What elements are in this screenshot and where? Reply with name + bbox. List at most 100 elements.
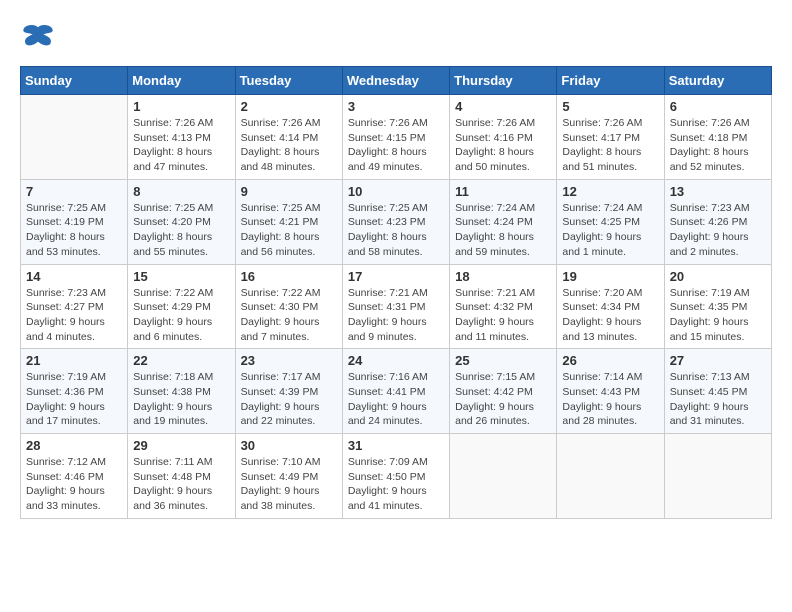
calendar-header-row: SundayMondayTuesdayWednesdayThursdayFrid… [21, 67, 772, 95]
day-info: Sunrise: 7:25 AM Sunset: 4:20 PM Dayligh… [133, 201, 229, 260]
logo [20, 20, 60, 56]
day-number: 25 [455, 353, 551, 368]
calendar-cell [557, 434, 664, 519]
day-number: 17 [348, 269, 444, 284]
day-info: Sunrise: 7:21 AM Sunset: 4:31 PM Dayligh… [348, 286, 444, 345]
calendar-cell: 13 Sunrise: 7:23 AM Sunset: 4:26 PM Dayli… [664, 179, 771, 264]
day-info: Sunrise: 7:12 AM Sunset: 4:46 PM Dayligh… [26, 455, 122, 514]
day-info: Sunrise: 7:10 AM Sunset: 4:49 PM Dayligh… [241, 455, 337, 514]
calendar-cell: 7 Sunrise: 7:25 AM Sunset: 4:19 PM Daylig… [21, 179, 128, 264]
calendar-cell [664, 434, 771, 519]
day-info: Sunrise: 7:26 AM Sunset: 4:17 PM Dayligh… [562, 116, 658, 175]
day-info: Sunrise: 7:26 AM Sunset: 4:16 PM Dayligh… [455, 116, 551, 175]
day-info: Sunrise: 7:20 AM Sunset: 4:34 PM Dayligh… [562, 286, 658, 345]
calendar-cell: 4 Sunrise: 7:26 AM Sunset: 4:16 PM Daylig… [450, 95, 557, 180]
day-number: 30 [241, 438, 337, 453]
calendar-cell: 5 Sunrise: 7:26 AM Sunset: 4:17 PM Daylig… [557, 95, 664, 180]
calendar-cell: 6 Sunrise: 7:26 AM Sunset: 4:18 PM Daylig… [664, 95, 771, 180]
day-info: Sunrise: 7:13 AM Sunset: 4:45 PM Dayligh… [670, 370, 766, 429]
header-cell-wednesday: Wednesday [342, 67, 449, 95]
calendar-table: SundayMondayTuesdayWednesdayThursdayFrid… [20, 66, 772, 519]
calendar-cell: 23Sunrise: 7:17 AM Sunset: 4:39 PM Dayli… [235, 349, 342, 434]
calendar-week-row: 21 Sunrise: 7:19 AM Sunset: 4:36 PM Dayli… [21, 349, 772, 434]
calendar-cell: 14Sunrise: 7:23 AM Sunset: 4:27 PM Dayli… [21, 264, 128, 349]
day-number: 16 [241, 269, 337, 284]
day-number: 27 [670, 353, 766, 368]
day-info: Sunrise: 7:23 AM Sunset: 4:26 PM Dayligh… [670, 201, 766, 260]
calendar-cell: 12 Sunrise: 7:24 AM Sunset: 4:25 PM Dayli… [557, 179, 664, 264]
calendar-cell [21, 95, 128, 180]
calendar-cell: 10Sunrise: 7:25 AM Sunset: 4:23 PM Dayli… [342, 179, 449, 264]
calendar-cell: 21 Sunrise: 7:19 AM Sunset: 4:36 PM Dayli… [21, 349, 128, 434]
day-number: 31 [348, 438, 444, 453]
header-cell-monday: Monday [128, 67, 235, 95]
day-info: Sunrise: 7:19 AM Sunset: 4:36 PM Dayligh… [26, 370, 122, 429]
day-info: Sunrise: 7:19 AM Sunset: 4:35 PM Dayligh… [670, 286, 766, 345]
day-info: Sunrise: 7:25 AM Sunset: 4:19 PM Dayligh… [26, 201, 122, 260]
day-info: Sunrise: 7:26 AM Sunset: 4:14 PM Dayligh… [241, 116, 337, 175]
day-number: 18 [455, 269, 551, 284]
calendar-cell: 11Sunrise: 7:24 AM Sunset: 4:24 PM Dayli… [450, 179, 557, 264]
calendar-cell: 18 Sunrise: 7:21 AM Sunset: 4:32 PM Dayli… [450, 264, 557, 349]
header-cell-friday: Friday [557, 67, 664, 95]
day-info: Sunrise: 7:22 AM Sunset: 4:30 PM Dayligh… [241, 286, 337, 345]
day-number: 2 [241, 99, 337, 114]
header-cell-tuesday: Tuesday [235, 67, 342, 95]
day-info: Sunrise: 7:21 AM Sunset: 4:32 PM Dayligh… [455, 286, 551, 345]
calendar-cell: 9 Sunrise: 7:25 AM Sunset: 4:21 PM Daylig… [235, 179, 342, 264]
day-number: 3 [348, 99, 444, 114]
day-info: Sunrise: 7:23 AM Sunset: 4:27 PM Dayligh… [26, 286, 122, 345]
calendar-cell: 22Sunrise: 7:18 AM Sunset: 4:38 PM Dayli… [128, 349, 235, 434]
day-info: Sunrise: 7:26 AM Sunset: 4:18 PM Dayligh… [670, 116, 766, 175]
day-info: Sunrise: 7:16 AM Sunset: 4:41 PM Dayligh… [348, 370, 444, 429]
day-number: 24 [348, 353, 444, 368]
day-number: 11 [455, 184, 551, 199]
day-number: 20 [670, 269, 766, 284]
calendar-cell: 28 Sunrise: 7:12 AM Sunset: 4:46 PM Dayli… [21, 434, 128, 519]
calendar-cell [450, 434, 557, 519]
day-number: 15 [133, 269, 229, 284]
header-cell-sunday: Sunday [21, 67, 128, 95]
day-info: Sunrise: 7:25 AM Sunset: 4:23 PM Dayligh… [348, 201, 444, 260]
calendar-week-row: 14Sunrise: 7:23 AM Sunset: 4:27 PM Dayli… [21, 264, 772, 349]
day-number: 8 [133, 184, 229, 199]
calendar-week-row: 7 Sunrise: 7:25 AM Sunset: 4:19 PM Daylig… [21, 179, 772, 264]
day-info: Sunrise: 7:15 AM Sunset: 4:42 PM Dayligh… [455, 370, 551, 429]
calendar-cell: 26Sunrise: 7:14 AM Sunset: 4:43 PM Dayli… [557, 349, 664, 434]
logo-icon [20, 20, 56, 56]
calendar-cell: 20 Sunrise: 7:19 AM Sunset: 4:35 PM Dayli… [664, 264, 771, 349]
day-info: Sunrise: 7:25 AM Sunset: 4:21 PM Dayligh… [241, 201, 337, 260]
day-number: 29 [133, 438, 229, 453]
day-number: 1 [133, 99, 229, 114]
calendar-week-row: 1Sunrise: 7:26 AM Sunset: 4:13 PM Daylig… [21, 95, 772, 180]
calendar-cell: 29Sunrise: 7:11 AM Sunset: 4:48 PM Dayli… [128, 434, 235, 519]
calendar-cell: 24 Sunrise: 7:16 AM Sunset: 4:41 PM Dayli… [342, 349, 449, 434]
calendar-cell: 3 Sunrise: 7:26 AM Sunset: 4:15 PM Daylig… [342, 95, 449, 180]
day-info: Sunrise: 7:22 AM Sunset: 4:29 PM Dayligh… [133, 286, 229, 345]
day-number: 12 [562, 184, 658, 199]
day-info: Sunrise: 7:09 AM Sunset: 4:50 PM Dayligh… [348, 455, 444, 514]
calendar-cell: 2 Sunrise: 7:26 AM Sunset: 4:14 PM Daylig… [235, 95, 342, 180]
page-header [20, 20, 772, 56]
calendar-week-row: 28 Sunrise: 7:12 AM Sunset: 4:46 PM Dayli… [21, 434, 772, 519]
day-number: 21 [26, 353, 122, 368]
day-number: 13 [670, 184, 766, 199]
day-number: 9 [241, 184, 337, 199]
calendar-cell: 19 Sunrise: 7:20 AM Sunset: 4:34 PM Dayli… [557, 264, 664, 349]
day-number: 4 [455, 99, 551, 114]
day-number: 5 [562, 99, 658, 114]
header-cell-saturday: Saturday [664, 67, 771, 95]
day-info: Sunrise: 7:18 AM Sunset: 4:38 PM Dayligh… [133, 370, 229, 429]
calendar-cell: 1Sunrise: 7:26 AM Sunset: 4:13 PM Daylig… [128, 95, 235, 180]
day-info: Sunrise: 7:26 AM Sunset: 4:15 PM Dayligh… [348, 116, 444, 175]
day-number: 7 [26, 184, 122, 199]
day-number: 19 [562, 269, 658, 284]
day-info: Sunrise: 7:17 AM Sunset: 4:39 PM Dayligh… [241, 370, 337, 429]
day-info: Sunrise: 7:14 AM Sunset: 4:43 PM Dayligh… [562, 370, 658, 429]
day-number: 28 [26, 438, 122, 453]
day-info: Sunrise: 7:24 AM Sunset: 4:25 PM Dayligh… [562, 201, 658, 260]
calendar-cell: 31 Sunrise: 7:09 AM Sunset: 4:50 PM Dayli… [342, 434, 449, 519]
header-cell-thursday: Thursday [450, 67, 557, 95]
day-number: 6 [670, 99, 766, 114]
calendar-cell: 17 Sunrise: 7:21 AM Sunset: 4:31 PM Dayli… [342, 264, 449, 349]
